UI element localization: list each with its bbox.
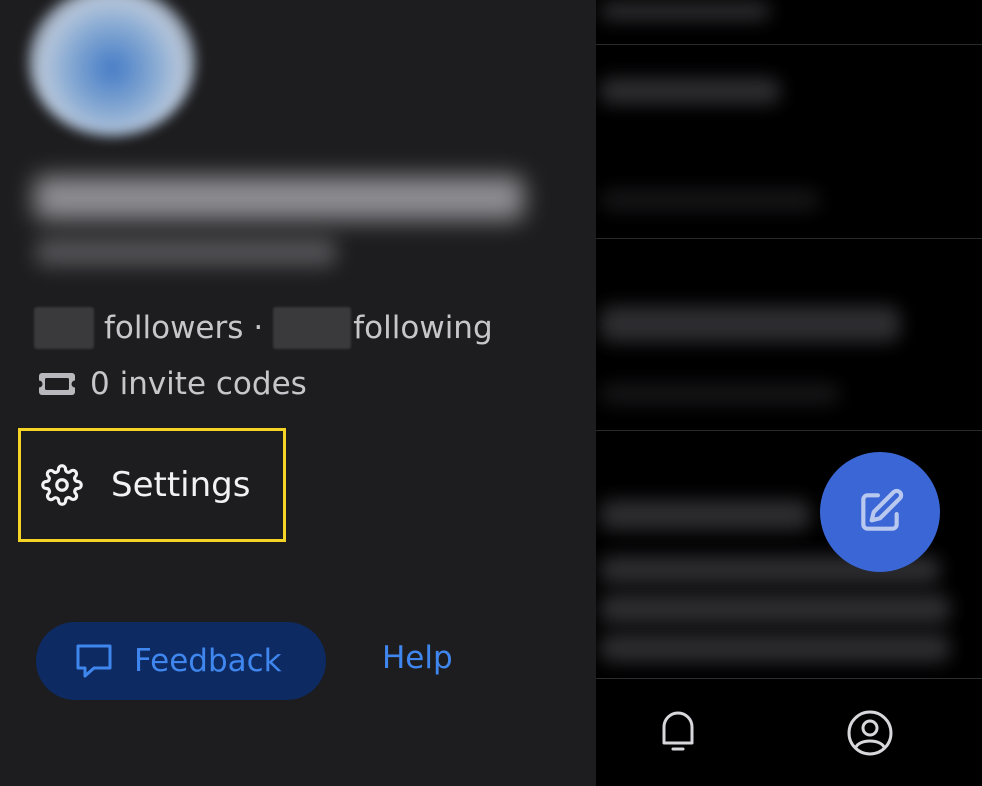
follow-stats[interactable]: followers · following	[34, 306, 493, 350]
chat-bubble-icon	[76, 644, 112, 678]
followers-count-redacted	[34, 307, 94, 349]
handle-redacted	[36, 238, 336, 266]
side-drawer: followers · following 0 invite codes Set…	[0, 0, 596, 786]
settings-button[interactable]: Settings	[18, 428, 286, 542]
display-name-redacted	[34, 176, 524, 220]
feed-blur	[600, 78, 780, 104]
feedback-button[interactable]: Feedback	[36, 622, 326, 700]
feed-blur	[600, 2, 770, 20]
avatar[interactable]	[28, 0, 196, 136]
profile-icon[interactable]	[846, 709, 894, 757]
ticket-icon	[38, 373, 76, 395]
feed-blur	[600, 306, 900, 342]
feed-divider	[596, 430, 982, 431]
feed-blur	[600, 384, 840, 404]
feed-blur	[600, 594, 950, 624]
bottom-tab-bar	[596, 678, 982, 786]
stats-separator: ·	[253, 310, 264, 346]
help-link[interactable]: Help	[382, 640, 453, 676]
following-label: following	[353, 310, 493, 346]
followers-label: followers	[104, 310, 244, 346]
feedback-label: Feedback	[134, 643, 282, 679]
invite-codes-label: 0 invite codes	[90, 366, 307, 402]
app-screen: followers · following 0 invite codes Set…	[0, 0, 982, 786]
invite-codes-row[interactable]: 0 invite codes	[38, 362, 307, 406]
feed-divider	[596, 238, 982, 239]
gear-icon	[41, 464, 83, 506]
bell-icon[interactable]	[654, 707, 702, 755]
compose-button[interactable]	[820, 452, 940, 572]
compose-icon	[861, 488, 904, 531]
following-count-redacted	[273, 307, 352, 349]
feed-blur	[600, 190, 820, 210]
feed-blur	[600, 634, 950, 662]
feed-divider	[596, 44, 982, 45]
settings-label: Settings	[111, 465, 251, 505]
feed-blur	[600, 500, 810, 530]
